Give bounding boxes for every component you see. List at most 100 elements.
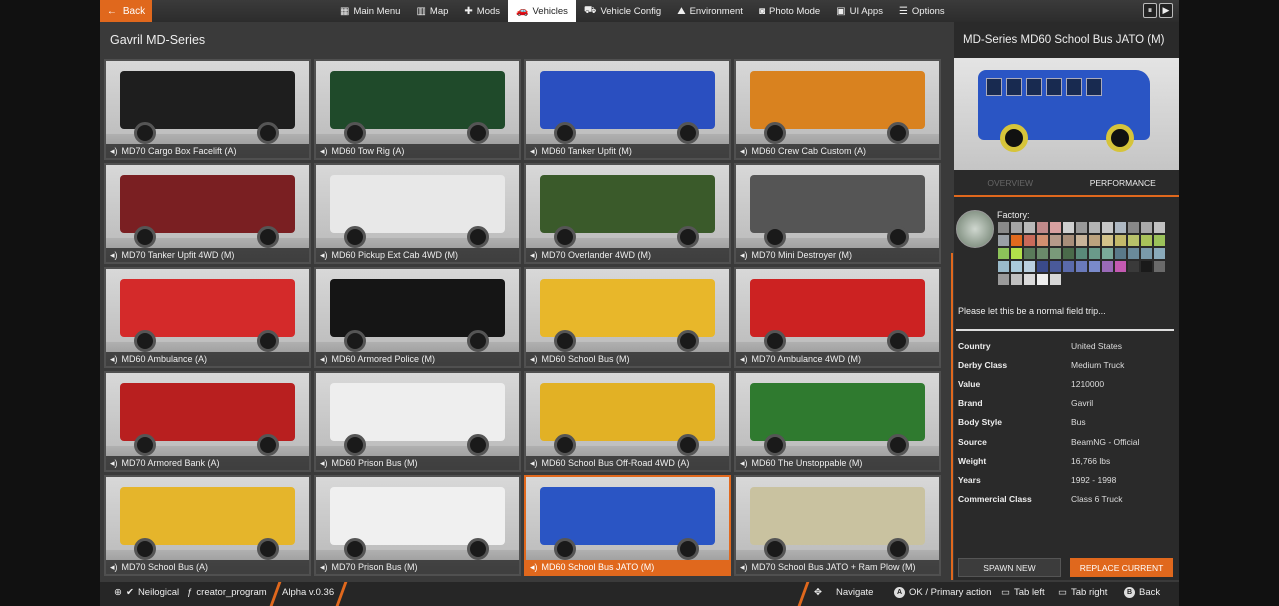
- paint-swatch[interactable]: [1024, 222, 1035, 233]
- nav-map[interactable]: ▥ Map: [408, 0, 456, 22]
- vehicle-tile[interactable]: ◂) MD70 Prison Bus (M): [314, 475, 521, 576]
- paint-swatch[interactable]: [1102, 222, 1113, 233]
- paint-swatch[interactable]: [1076, 261, 1087, 272]
- vehicle-tile[interactable]: ◂) MD70 Cargo Box Facelift (A): [104, 59, 311, 160]
- vehicle-tile[interactable]: ◂) MD60 School Bus (M): [524, 267, 731, 368]
- paint-swatch[interactable]: [1063, 248, 1074, 259]
- nav-main-menu[interactable]: ▦ Main Menu: [332, 0, 408, 22]
- spawn-new-button[interactable]: SPAWN NEW: [958, 558, 1061, 577]
- paint-swatch[interactable]: [1141, 222, 1152, 233]
- paint-swatch[interactable]: [1011, 248, 1022, 259]
- info-row: Commercial Class Class 6 Truck: [958, 490, 1173, 509]
- vehicle-tile[interactable]: ◂) MD60 The Unstoppable (M): [734, 371, 941, 472]
- paint-swatch[interactable]: [1115, 261, 1126, 272]
- vehicle-tile[interactable]: ◂) MD70 Armored Bank (A): [104, 371, 311, 472]
- paint-swatch[interactable]: [1128, 261, 1139, 272]
- paint-swatch[interactable]: [1024, 261, 1035, 272]
- vehicle-tile[interactable]: ◂) MD60 Armored Police (M): [314, 267, 521, 368]
- paint-swatch[interactable]: [1037, 261, 1048, 272]
- paint-swatch[interactable]: [1128, 248, 1139, 259]
- pause-icon[interactable]: ⏸: [1143, 3, 1157, 18]
- paint-swatch[interactable]: [1115, 222, 1126, 233]
- paint-swatch[interactable]: [1089, 248, 1100, 259]
- paint-swatch[interactable]: [1089, 261, 1100, 272]
- vehicle-tile[interactable]: ◂) MD70 Overlander 4WD (M): [524, 163, 731, 264]
- vehicle-name: MD60 School Bus JATO (M): [541, 562, 655, 572]
- paint-swatch[interactable]: [1089, 222, 1100, 233]
- paint-swatch[interactable]: [1011, 222, 1022, 233]
- paint-swatch[interactable]: [1154, 248, 1165, 259]
- paint-swatch[interactable]: [1037, 235, 1048, 246]
- paint-swatch[interactable]: [1050, 222, 1061, 233]
- paint-swatch[interactable]: [1128, 222, 1139, 233]
- paint-swatch[interactable]: [1102, 235, 1113, 246]
- paint-swatch[interactable]: [1024, 274, 1035, 285]
- paint-swatch[interactable]: [1076, 222, 1087, 233]
- vehicle-tile[interactable]: ◂) MD70 School Bus JATO + Ram Plow (M): [734, 475, 941, 576]
- back-button[interactable]: ← Back: [100, 0, 152, 22]
- nav-vehicles[interactable]: 🚗 Vehicles: [508, 0, 576, 22]
- nav-photo-mode[interactable]: ◙ Photo Mode: [751, 0, 828, 22]
- paint-swatch[interactable]: [1115, 235, 1126, 246]
- paint-swatch[interactable]: [1011, 261, 1022, 272]
- vehicle-tile[interactable]: ◂) MD70 Ambulance 4WD (M): [734, 267, 941, 368]
- vehicle-tile[interactable]: ◂) MD70 Tanker Upfit 4WD (M): [104, 163, 311, 264]
- nav-options[interactable]: ☰ Options: [891, 0, 953, 22]
- paint-swatch[interactable]: [1063, 222, 1074, 233]
- nav-vehicle-config[interactable]: ⛟ Vehicle Config: [576, 0, 669, 22]
- nav-environment[interactable]: ⛰ Environment: [669, 0, 751, 22]
- vehicle-tile[interactable]: ◂) MD60 School Bus JATO (M): [524, 475, 731, 576]
- vehicle-info-table: Country United States Derby Class Medium Tr…: [958, 336, 1173, 509]
- paint-swatch[interactable]: [1037, 222, 1048, 233]
- paint-swatch[interactable]: [1037, 274, 1048, 285]
- vehicle-tile[interactable]: ◂) MD60 School Bus Off-Road 4WD (A): [524, 371, 731, 472]
- paint-swatch[interactable]: [1102, 248, 1113, 259]
- paint-swatch[interactable]: [1011, 274, 1022, 285]
- paint-swatch[interactable]: [1154, 261, 1165, 272]
- paint-swatch[interactable]: [1076, 235, 1087, 246]
- replace-current-button[interactable]: REPLACE CURRENT: [1070, 558, 1173, 577]
- speaker-icon: ◂): [530, 249, 538, 260]
- paint-swatch[interactable]: [1141, 235, 1152, 246]
- nav-ui-apps[interactable]: ▣ UI Apps: [828, 0, 891, 22]
- paint-swatch[interactable]: [1089, 235, 1100, 246]
- paint-swatch[interactable]: [1115, 248, 1126, 259]
- tab-overview[interactable]: OVERVIEW: [954, 171, 1067, 195]
- back-button-label: Back: [122, 5, 146, 17]
- vehicle-tile[interactable]: ◂) MD60 Ambulance (A): [104, 267, 311, 368]
- paint-swatch[interactable]: [1102, 261, 1113, 272]
- vehicle-tile[interactable]: ◂) MD60 Pickup Ext Cab 4WD (M): [314, 163, 521, 264]
- paint-swatch[interactable]: [998, 235, 1009, 246]
- vehicle-tile[interactable]: ◂) MD70 Mini Destroyer (M): [734, 163, 941, 264]
- paint-swatch[interactable]: [1063, 235, 1074, 246]
- paint-swatch[interactable]: [1050, 274, 1061, 285]
- vehicle-tile[interactable]: ◂) MD70 School Bus (A): [104, 475, 311, 576]
- scrollbar-accent[interactable]: [951, 253, 953, 580]
- paint-swatch[interactable]: [1154, 222, 1165, 233]
- vehicle-tile[interactable]: ◂) MD60 Crew Cab Custom (A): [734, 59, 941, 160]
- paint-swatch[interactable]: [998, 274, 1009, 285]
- paint-swatch[interactable]: [1154, 235, 1165, 246]
- paint-swatch[interactable]: [1011, 235, 1022, 246]
- paint-swatch[interactable]: [1050, 248, 1061, 259]
- paint-swatch[interactable]: [1024, 248, 1035, 259]
- paint-swatch[interactable]: [998, 222, 1009, 233]
- vehicle-tile[interactable]: ◂) MD60 Tow Rig (A): [314, 59, 521, 160]
- paint-swatch[interactable]: [1076, 248, 1087, 259]
- paint-swatch[interactable]: [1063, 261, 1074, 272]
- paint-swatch[interactable]: [998, 248, 1009, 259]
- vehicle-tile[interactable]: ◂) MD60 Tanker Upfit (M): [524, 59, 731, 160]
- vehicle-tile-label: ◂) MD60 Tow Rig (A): [316, 144, 519, 158]
- paint-swatch[interactable]: [1050, 261, 1061, 272]
- paint-swatch[interactable]: [1037, 248, 1048, 259]
- paint-swatch[interactable]: [1141, 261, 1152, 272]
- paint-swatch[interactable]: [1050, 235, 1061, 246]
- paint-swatch[interactable]: [1024, 235, 1035, 246]
- play-icon[interactable]: ▶: [1159, 3, 1173, 18]
- tab-performance[interactable]: PERFORMANCE: [1067, 171, 1180, 195]
- nav-mods[interactable]: ✚ Mods: [456, 0, 508, 22]
- paint-swatch[interactable]: [998, 261, 1009, 272]
- paint-swatch[interactable]: [1128, 235, 1139, 246]
- vehicle-tile[interactable]: ◂) MD60 Prison Bus (M): [314, 371, 521, 472]
- paint-swatch[interactable]: [1141, 248, 1152, 259]
